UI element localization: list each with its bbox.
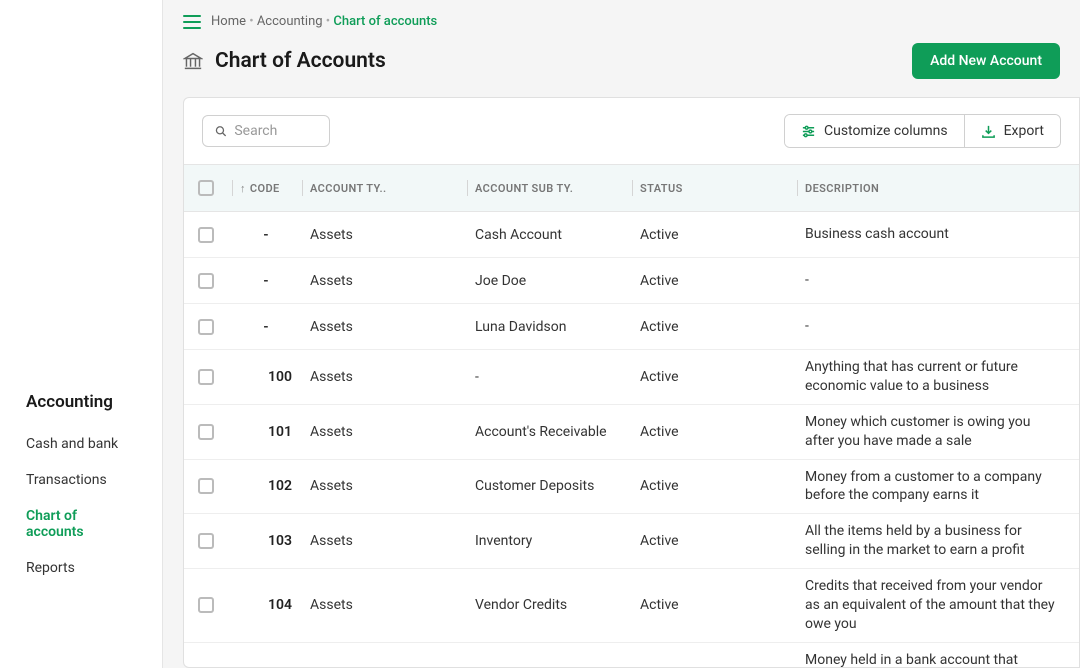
cell-type: Assets: [310, 227, 475, 243]
cell-description: Money from a customer to a company befor…: [805, 468, 1065, 506]
page-title: Chart of Accounts: [215, 49, 386, 73]
cell-description: Money which customer is owing you after …: [805, 413, 1065, 451]
cell-type: Assets: [310, 478, 475, 494]
cell-status: Active: [640, 597, 805, 613]
download-icon: [981, 124, 996, 139]
th-status[interactable]: STATUS: [640, 182, 805, 195]
cell-type: Assets: [310, 533, 475, 549]
cell-subtype: -: [475, 369, 640, 385]
th-subtype[interactable]: ACCOUNT SUB TY.: [475, 182, 640, 195]
breadcrumb-item[interactable]: Accounting: [257, 14, 323, 29]
cell-code: 101: [240, 424, 310, 440]
bank-icon: [183, 52, 203, 70]
cell-status: Active: [640, 273, 805, 289]
add-new-account-button[interactable]: Add New Account: [912, 43, 1060, 79]
table-row[interactable]: -AssetsJoe DoeActive-: [184, 258, 1079, 304]
row-checkbox[interactable]: [198, 597, 214, 613]
cell-description: Business cash account: [805, 225, 1065, 244]
sort-asc-icon: ↑: [240, 182, 246, 195]
sidebar-item[interactable]: Reports: [0, 550, 162, 586]
th-description[interactable]: DESCRIPTION: [805, 182, 1065, 195]
cell-type: Assets: [310, 597, 475, 613]
table-header: ↑ CODE ACCOUNT TY.. ACCOUNT SUB TY. STAT…: [184, 164, 1079, 212]
table-row[interactable]: 104AssetsVendor CreditsActiveCredits tha…: [184, 569, 1079, 643]
table-row[interactable]: 100Assets-ActiveAnything that has curren…: [184, 350, 1079, 405]
table-row[interactable]: -AssetsCash AccountActiveBusiness cash a…: [184, 212, 1079, 258]
accounts-panel: Customize columns Export ↑ CODE: [183, 97, 1080, 668]
cell-status: Active: [640, 533, 805, 549]
search-input[interactable]: [234, 123, 317, 139]
cell-code: -: [240, 319, 310, 335]
sidebar-heading: Accounting: [0, 388, 162, 426]
export-label: Export: [1004, 123, 1044, 139]
cell-status: Active: [640, 319, 805, 335]
cell-subtype: Luna Davidson: [475, 319, 640, 335]
customize-columns-button[interactable]: Customize columns: [785, 115, 964, 147]
search-box[interactable]: [202, 115, 330, 147]
main: Home • Accounting • Chart of accounts Ch…: [163, 0, 1080, 668]
cell-type: Assets: [310, 369, 475, 385]
title-row: Chart of Accounts Add New Account: [163, 37, 1080, 97]
cell-status: Active: [640, 478, 805, 494]
row-checkbox[interactable]: [198, 424, 214, 440]
cell-type: Assets: [310, 319, 475, 335]
breadcrumb-item[interactable]: Chart of accounts: [333, 14, 437, 29]
customize-label: Customize columns: [824, 123, 948, 139]
row-checkbox[interactable]: [198, 319, 214, 335]
cell-description: -: [805, 271, 1065, 290]
cell-code: 100: [240, 369, 310, 385]
cell-description: Credits that received from your vendor a…: [805, 577, 1065, 634]
cell-code: 103: [240, 533, 310, 549]
row-checkbox[interactable]: [198, 533, 214, 549]
table-row[interactable]: 102AssetsCustomer DepositsActiveMoney fr…: [184, 460, 1079, 515]
cell-description: Money held in a bank account that requir…: [805, 651, 1065, 667]
table-row[interactable]: 105AssetsDepositsActiveMoney held in a b…: [184, 643, 1079, 667]
breadcrumb-item[interactable]: Home: [211, 14, 246, 29]
sidebar-item[interactable]: Cash and bank: [0, 426, 162, 462]
sidebar-item[interactable]: Chart of accounts: [0, 498, 162, 550]
breadcrumb: Home • Accounting • Chart of accounts: [163, 0, 1080, 37]
cell-subtype: Cash Account: [475, 227, 640, 243]
table-body: -AssetsCash AccountActiveBusiness cash a…: [184, 212, 1079, 667]
cell-subtype: Inventory: [475, 533, 640, 549]
export-button[interactable]: Export: [964, 115, 1060, 147]
cell-type: Assets: [310, 424, 475, 440]
cell-code: 102: [240, 478, 310, 494]
cell-status: Active: [640, 369, 805, 385]
th-code[interactable]: ↑ CODE: [240, 182, 310, 195]
row-checkbox[interactable]: [198, 273, 214, 289]
sidebar-item[interactable]: Transactions: [0, 462, 162, 498]
cell-description: All the items held by a business for sel…: [805, 522, 1065, 560]
cell-description: -: [805, 317, 1065, 336]
table-row[interactable]: 103AssetsInventoryActiveAll the items he…: [184, 514, 1079, 569]
cell-code: -: [240, 273, 310, 289]
toolbar: Customize columns Export: [184, 98, 1079, 164]
th-type[interactable]: ACCOUNT TY..: [310, 182, 475, 195]
cell-subtype: Customer Deposits: [475, 478, 640, 494]
cell-code: -: [240, 227, 310, 243]
cell-subtype: Vendor Credits: [475, 597, 640, 613]
search-icon: [215, 124, 226, 138]
table-row[interactable]: 101AssetsAccount's ReceivableActiveMoney…: [184, 405, 1079, 460]
table-row[interactable]: -AssetsLuna DavidsonActive-: [184, 304, 1079, 350]
cell-status: Active: [640, 227, 805, 243]
sidebar: Accounting Cash and bankTransactionsChar…: [0, 0, 163, 668]
select-all-checkbox[interactable]: [198, 180, 214, 196]
menu-icon[interactable]: [183, 15, 201, 29]
sliders-icon: [801, 124, 816, 139]
row-checkbox[interactable]: [198, 369, 214, 385]
cell-description: Anything that has current or future econ…: [805, 358, 1065, 396]
cell-subtype: Joe Doe: [475, 273, 640, 289]
cell-type: Assets: [310, 273, 475, 289]
cell-status: Active: [640, 424, 805, 440]
cell-code: 104: [240, 597, 310, 613]
row-checkbox[interactable]: [198, 478, 214, 494]
row-checkbox[interactable]: [198, 227, 214, 243]
cell-subtype: Account's Receivable: [475, 424, 640, 440]
